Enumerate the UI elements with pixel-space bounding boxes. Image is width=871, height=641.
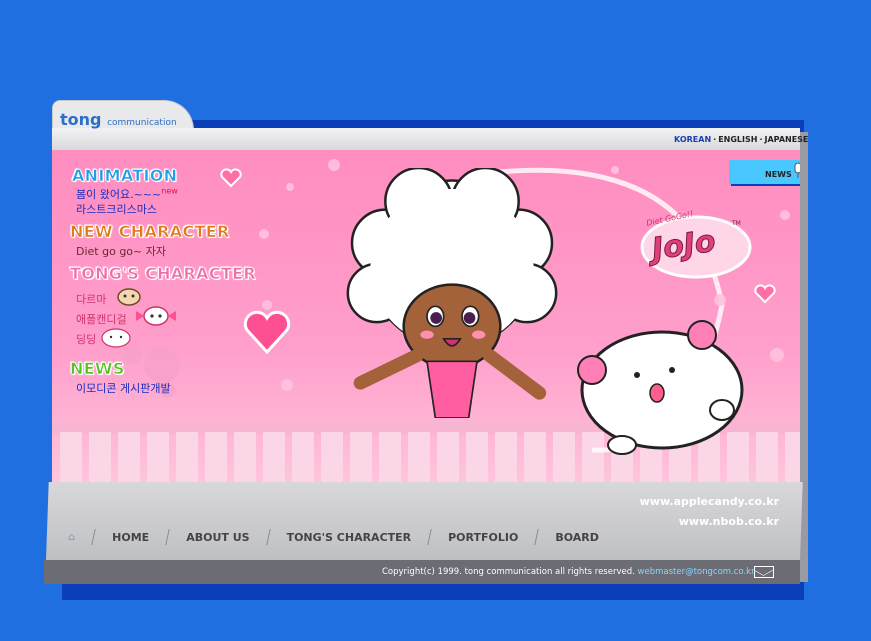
menu-animation-heading[interactable]: ANIMATION xyxy=(72,166,178,186)
decor-stripe xyxy=(147,432,169,482)
white-dog-character xyxy=(577,320,744,455)
decor-stripe xyxy=(756,432,778,482)
lang-korean[interactable]: KOREAN xyxy=(674,135,711,144)
menu-animation-item[interactable]: 봄이 왔어요.~~~new xyxy=(76,186,178,202)
webmaster-email[interactable]: webmaster@tongcom.co.kr xyxy=(638,567,755,577)
main-canvas: ANIMATION 봄이 왔어요.~~~new 라스트크리스마스 NEW CHA… xyxy=(52,150,800,482)
jojo-tm: TM xyxy=(732,220,741,227)
decor-stripe xyxy=(176,432,198,482)
nav-separator xyxy=(165,529,170,545)
lang-japanese[interactable]: JAPANESE xyxy=(765,135,809,144)
copyright: Copyright(c) 1999. tong communication al… xyxy=(382,567,755,577)
copyright-text: Copyright(c) 1999. tong communication al… xyxy=(382,567,635,577)
lang-english[interactable]: ENGLISH xyxy=(718,135,757,144)
site-urls: www.applecandy.co.kr www.nbob.co.kr xyxy=(640,492,779,532)
site-logo[interactable]: tong communication xyxy=(60,110,177,129)
decor-stripe xyxy=(408,432,430,482)
nav-separator xyxy=(427,529,432,545)
main-nav: ⌂ HOME ABOUT US TONG'S CHARACTER PORTFOL… xyxy=(68,527,599,547)
menu-char-applecandy[interactable]: 애플캔디걸 xyxy=(76,311,127,327)
nav-tongs-character[interactable]: TONG'S CHARACTER xyxy=(287,531,412,544)
nav-home[interactable]: HOME xyxy=(112,531,149,544)
decor-stripe xyxy=(60,432,82,482)
decor-stripe xyxy=(379,432,401,482)
decor-stripe xyxy=(205,432,227,482)
nav-separator xyxy=(265,529,271,545)
nav-board[interactable]: BOARD xyxy=(555,531,599,544)
menu-tongs-character-heading[interactable]: TONG'S CHARACTER xyxy=(70,264,256,284)
decor-stripe xyxy=(234,432,256,482)
menu-new-character-item[interactable]: Diet go go~ 자자 xyxy=(76,243,166,259)
url-applecandy[interactable]: www.applecandy.co.kr xyxy=(640,492,779,512)
url-nbob[interactable]: www.nbob.co.kr xyxy=(640,512,779,532)
applecandy-girl-icon xyxy=(136,306,176,326)
menu-char-daruma[interactable]: 다르마 xyxy=(76,291,106,307)
menu-news-heading[interactable]: NEWS xyxy=(70,359,125,379)
menu-char-dingding[interactable]: 딩딩 xyxy=(76,331,96,347)
news-button-label: NEWS xyxy=(765,170,792,179)
logo-sub: communication xyxy=(107,118,177,128)
afro-girl-character xyxy=(346,168,558,418)
envelope-icon[interactable] xyxy=(754,566,774,578)
decor-stripe xyxy=(321,432,343,482)
nav-separator xyxy=(534,529,540,545)
menu-news-item[interactable]: 이모디콘 게시판개발 xyxy=(76,380,171,396)
small-heart-icon xyxy=(220,168,242,188)
nav-about-us[interactable]: ABOUT US xyxy=(186,531,249,544)
language-selector: KOREAN · ENGLISH · JAPANESE xyxy=(674,135,809,144)
decor-stripe xyxy=(785,432,800,482)
news-button[interactable]: NEWS xyxy=(729,160,800,184)
menu-animation-item-2[interactable]: 라스트크리스마스 xyxy=(76,201,157,217)
small-heart-icon-right xyxy=(754,284,776,304)
nav-portfolio[interactable]: PORTFOLIO xyxy=(448,531,518,544)
decor-stripe xyxy=(350,432,372,482)
decor-stripe xyxy=(118,432,140,482)
decor-stripe xyxy=(263,432,285,482)
menu-new-character-heading[interactable]: NEW CHARACTER xyxy=(70,222,230,242)
microphone-icon xyxy=(794,162,800,178)
home-icon[interactable]: ⌂ xyxy=(68,532,75,543)
daruma-icon xyxy=(117,288,141,306)
dingding-icon xyxy=(101,328,131,348)
new-badge: new xyxy=(161,186,178,196)
menu-animation-item-1: 봄이 왔어요.~~~ xyxy=(76,188,162,201)
logo-main: tong xyxy=(60,110,102,129)
decor-stripe xyxy=(89,432,111,482)
heart-icon xyxy=(243,310,291,355)
nav-separator xyxy=(91,529,96,545)
decor-stripe xyxy=(292,432,314,482)
